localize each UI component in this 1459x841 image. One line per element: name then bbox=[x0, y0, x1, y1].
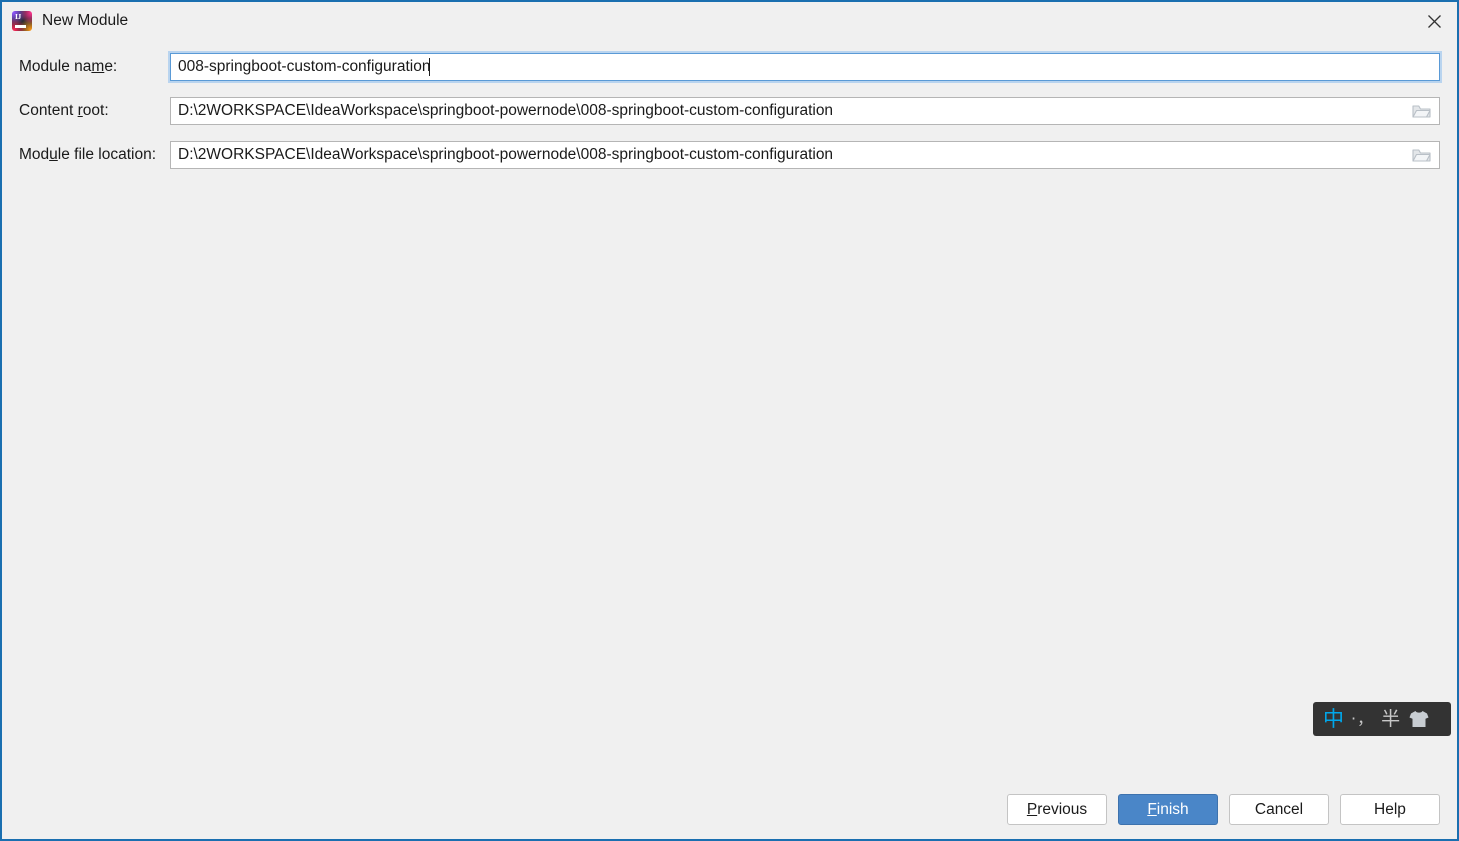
module-name-value: 008-springboot-custom-configuration bbox=[178, 57, 431, 76]
text-cursor bbox=[429, 57, 431, 76]
tshirt-icon[interactable] bbox=[1408, 709, 1430, 729]
ime-language-mode[interactable]: 中 bbox=[1323, 708, 1344, 730]
ime-toolbar[interactable]: 中 ·， 半 bbox=[1313, 702, 1451, 736]
intellij-idea-icon: IJ bbox=[12, 11, 32, 31]
module-file-location-row: Module file location: D:\2WORKSPACE\Idea… bbox=[2, 141, 1457, 169]
folder-icon bbox=[1411, 149, 1431, 162]
module-name-input[interactable]: 008-springboot-custom-configuration bbox=[168, 51, 1442, 83]
module-name-label: Module name: bbox=[19, 58, 118, 75]
title-bar: IJ New Module bbox=[2, 2, 1457, 40]
dialog-footer: Previous Finish Cancel Help bbox=[1007, 794, 1440, 825]
content-root-row: Content root: D:\2WORKSPACE\IdeaWorkspac… bbox=[2, 97, 1457, 125]
new-module-dialog: IJ New Module Module name: 008-springboo… bbox=[0, 0, 1459, 841]
content-root-input[interactable]: D:\2WORKSPACE\IdeaWorkspace\springboot-p… bbox=[170, 97, 1440, 125]
content-root-label: Content root: bbox=[19, 102, 109, 119]
close-icon bbox=[1427, 14, 1441, 28]
ime-character-width-mode[interactable]: 半 bbox=[1381, 709, 1400, 729]
module-file-location-label: Module file location: bbox=[19, 146, 157, 163]
close-button[interactable] bbox=[1411, 2, 1457, 40]
previous-button[interactable]: Previous bbox=[1007, 794, 1107, 825]
cancel-button[interactable]: Cancel bbox=[1229, 794, 1329, 825]
module-file-location-input[interactable]: D:\2WORKSPACE\IdeaWorkspace\springboot-p… bbox=[170, 141, 1440, 169]
window-title: New Module bbox=[42, 12, 129, 29]
module-file-location-browse-button[interactable] bbox=[1403, 142, 1439, 168]
module-file-location-value: D:\2WORKSPACE\IdeaWorkspace\springboot-p… bbox=[178, 146, 834, 163]
finish-button[interactable]: Finish bbox=[1118, 794, 1218, 825]
help-button[interactable]: Help bbox=[1340, 794, 1440, 825]
content-root-browse-button[interactable] bbox=[1403, 98, 1439, 124]
content-root-value: D:\2WORKSPACE\IdeaWorkspace\springboot-p… bbox=[178, 102, 834, 119]
ime-punctuation-mode[interactable]: ·， bbox=[1351, 711, 1374, 727]
app-icon-text: IJ bbox=[15, 12, 21, 21]
module-name-row: Module name: 008-springboot-custom-confi… bbox=[2, 51, 1457, 83]
folder-icon bbox=[1411, 105, 1431, 118]
